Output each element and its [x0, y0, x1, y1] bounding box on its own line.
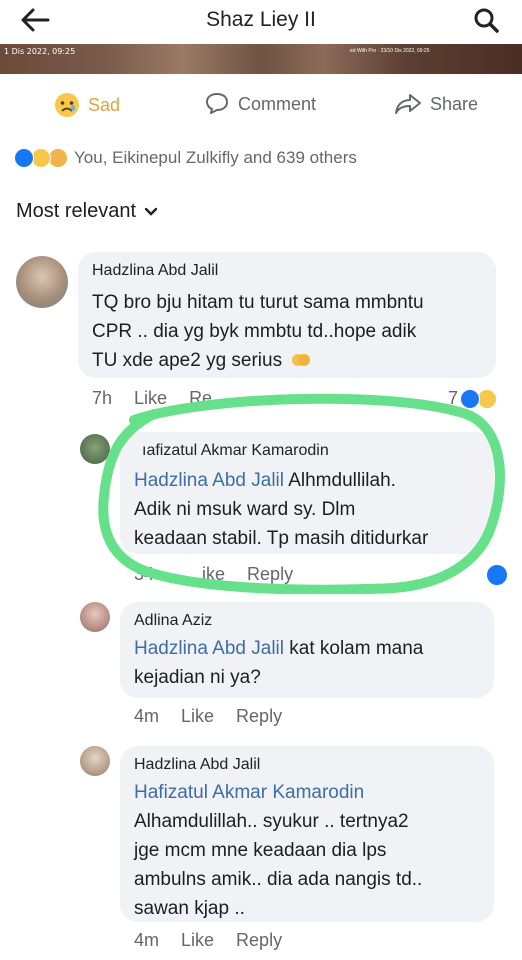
- sad-reaction-button[interactable]: Sad: [54, 92, 120, 118]
- avatar[interactable]: [80, 746, 110, 776]
- search-icon[interactable]: [472, 6, 500, 34]
- commenter-name[interactable]: Hadzlina Abd Jalil: [134, 756, 260, 774]
- top-bar: Shaz Liey II: [0, 0, 522, 44]
- mention-link[interactable]: Hafizatul Akmar Kamarodin: [134, 778, 422, 807]
- comment-text: Hafizatul Akmar Kamarodin Alhamdulillah.…: [134, 778, 422, 923]
- photo-timestamp-right: ed With Pro · 23/10 Dis 2022, 09:25: [350, 48, 430, 54]
- like-link[interactable]: Like: [181, 930, 214, 951]
- comment-time: 4m: [134, 930, 160, 950]
- avatar[interactable]: [16, 256, 68, 308]
- highlight-circle: [98, 393, 505, 594]
- reply-link[interactable]: Reply: [236, 706, 282, 727]
- chevron-down-icon: [144, 207, 158, 216]
- reply-link[interactable]: Reply: [236, 930, 282, 951]
- commenter-name[interactable]: Hadzlina Abd Jalil: [92, 262, 218, 280]
- reaction-summary[interactable]: You, Eikinepul Zulkifly and 639 others: [14, 148, 357, 168]
- sad-face-icon: [55, 93, 79, 117]
- comment-bubble: Adlina Aziz Hadzlina Abd Jalil kat kolam…: [120, 602, 494, 698]
- sad-label: Sad: [88, 94, 121, 115]
- avatar[interactable]: [80, 602, 110, 632]
- commenter-name[interactable]: Adlina Aziz: [134, 612, 212, 630]
- comment-icon: [206, 93, 228, 114]
- page-title: Shaz Liey II: [206, 8, 316, 31]
- photo-timestamp-left: 1 Dis 2022, 09:25: [4, 47, 76, 56]
- hands-emoji-icon: [292, 354, 311, 366]
- share-button[interactable]: Share: [394, 92, 478, 116]
- like-link[interactable]: Like: [181, 706, 214, 727]
- sad-reaction-icon: [477, 388, 498, 409]
- comment-bubble: Hadzlina Abd Jalil Hafizatul Akmar Kamar…: [120, 746, 494, 922]
- comment-sort-dropdown[interactable]: Most relevant: [16, 200, 158, 223]
- comment-time: 4m: [134, 706, 160, 726]
- post-photo[interactable]: 1 Dis 2022, 09:25 ed With Pro · 23/10 Di…: [0, 44, 522, 74]
- sad-reaction-icon: [31, 148, 51, 168]
- comment-meta: 4m Like Reply: [134, 706, 304, 727]
- comment-bubble: Hadzlina Abd Jalil TQ bro bju hitam tu t…: [78, 252, 496, 378]
- comment-meta: 4m Like Reply: [134, 930, 304, 951]
- reaction-summary-text: You, Eikinepul Zulkifly and 639 others: [74, 148, 357, 167]
- comment-text: TQ bro bju hitam tu turut sama mmbntu CP…: [92, 292, 424, 371]
- comment-label: Comment: [238, 93, 317, 114]
- comment-text: Hadzlina Abd Jalil kat kolam mana kejadi…: [134, 638, 424, 688]
- share-icon: [395, 94, 421, 114]
- care-reaction-icon: [48, 148, 68, 168]
- post-actions: Sad Comment Share: [0, 82, 522, 126]
- like-reaction-icon: [460, 388, 481, 409]
- share-label: Share: [430, 93, 479, 114]
- like-reaction-icon: [14, 148, 34, 168]
- mention-link[interactable]: Hadzlina Abd Jalil: [134, 638, 284, 659]
- sort-label: Most relevant: [16, 200, 137, 222]
- comment-button[interactable]: Comment: [204, 92, 316, 116]
